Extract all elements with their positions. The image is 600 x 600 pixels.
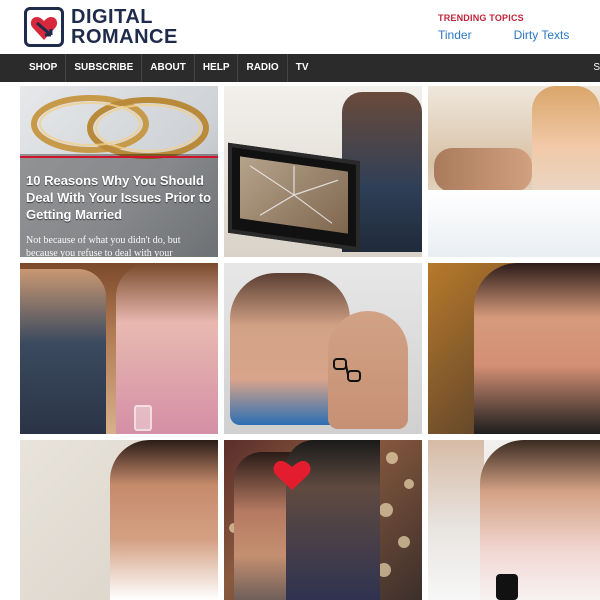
nav-item-radio[interactable]: RADIO [238, 54, 288, 82]
logo-line-2: ROMANCE [71, 26, 178, 48]
featured-title[interactable]: 10 Reasons Why You Should Deal With Your… [26, 172, 214, 223]
nav-item-tv[interactable]: TV [288, 54, 317, 82]
article-card-featured[interactable]: 10 Reasons Why You Should Deal With Your… [20, 86, 218, 257]
article-card-9[interactable] [428, 440, 600, 600]
drink-glass-icon [134, 405, 152, 431]
woman-background-image [428, 440, 484, 600]
man-on-bed-image [434, 148, 532, 192]
featured-excerpt: Not because of what you didn't do, but b… [26, 235, 181, 257]
nav-item-help[interactable]: HELP [195, 54, 239, 82]
woman-thinking-image [474, 263, 600, 434]
trending-links: Tinder Dirty Texts F [438, 28, 600, 42]
bed-sheets-image [428, 190, 600, 257]
woman-pink-top-image [116, 263, 218, 434]
article-card-4[interactable] [20, 263, 218, 434]
nav-search-partial[interactable]: S [593, 54, 600, 82]
trending-title: TRENDING TOPICS [438, 13, 524, 23]
man-with-glasses-image [224, 263, 422, 434]
nav-item-shop[interactable]: SHOP [0, 54, 67, 82]
main-nav: SHOP SUBSCRIBE ABOUT HELP RADIO TV S [0, 54, 600, 82]
article-card-8[interactable] [224, 440, 422, 600]
trending-topics: TRENDING TOPICS Tinder Dirty Texts F [438, 13, 600, 42]
article-card-6[interactable] [428, 263, 600, 434]
nav-item-subscribe[interactable]: SUBSCRIBE [66, 54, 143, 82]
man-smiling-image [20, 269, 106, 434]
site-header: DIGITAL ROMANCE TRENDING TOPICS Tinder D… [0, 0, 600, 54]
article-card-3[interactable] [428, 86, 600, 257]
bokeh-lights-image [224, 440, 422, 600]
logo-wordmark: DIGITAL ROMANCE [71, 7, 178, 47]
red-heart-icon [273, 461, 311, 490]
article-card-2[interactable] [224, 86, 422, 257]
featured-accent-line [20, 156, 218, 158]
site-logo[interactable]: DIGITAL ROMANCE [24, 6, 178, 48]
man-towel-image [110, 440, 218, 600]
smartphone-icon [496, 574, 518, 600]
trending-link-dirty-texts[interactable]: Dirty Texts [514, 28, 570, 42]
heart-arrow-icon [24, 7, 64, 47]
logo-line-1: DIGITAL [71, 6, 154, 28]
broken-picture-frame-image [228, 142, 360, 252]
article-grid: 10 Reasons Why You Should Deal With Your… [20, 86, 600, 600]
article-card-7[interactable] [20, 440, 218, 600]
trending-link-tinder[interactable]: Tinder [438, 28, 472, 42]
article-card-5[interactable] [224, 263, 422, 434]
nav-item-about[interactable]: ABOUT [142, 54, 195, 82]
